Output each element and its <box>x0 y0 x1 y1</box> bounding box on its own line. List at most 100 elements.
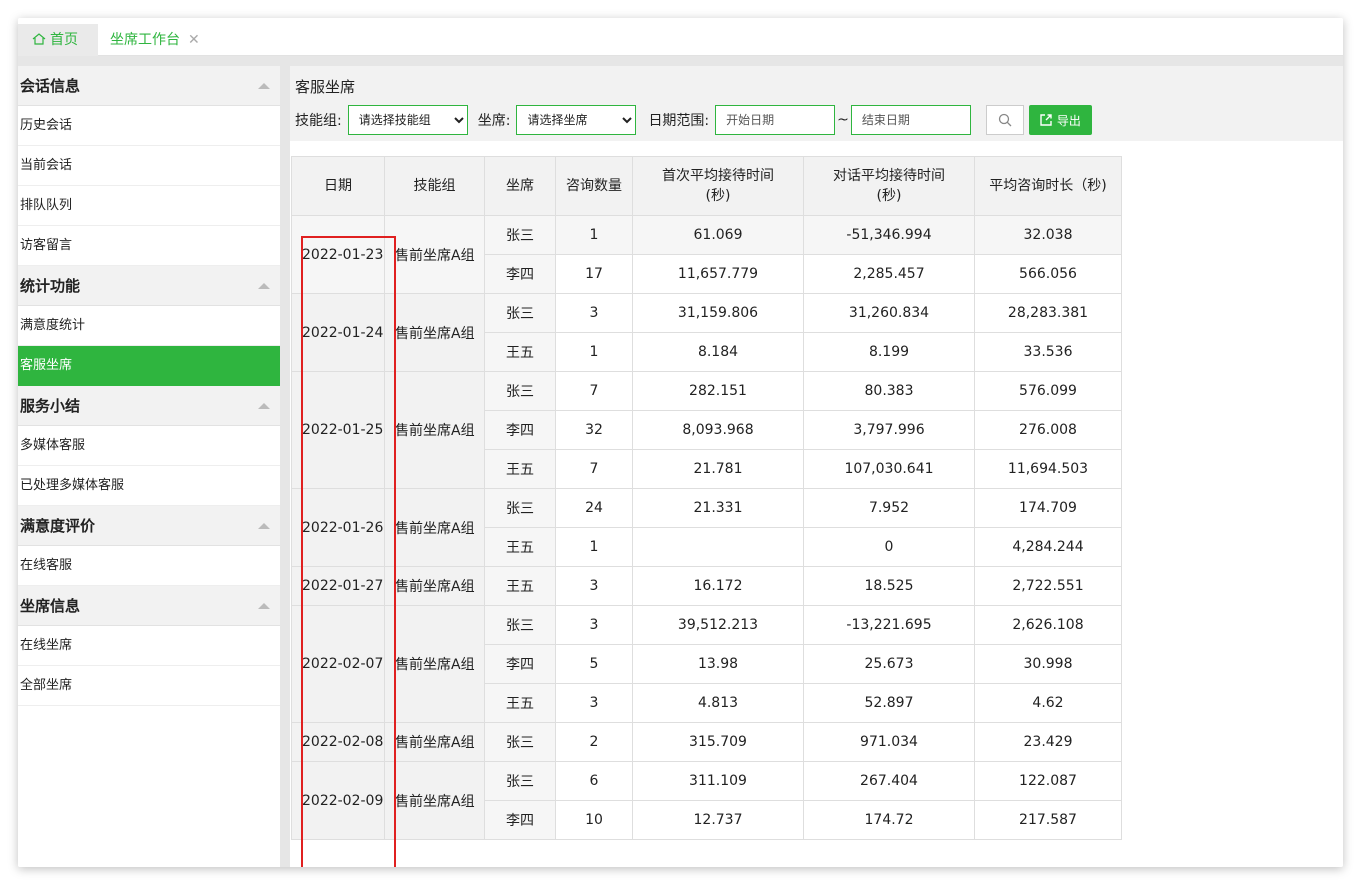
skill-group-cell: 售前坐席A组 <box>384 215 485 294</box>
collapse-arrow-icon <box>258 83 270 89</box>
collapse-arrow-icon <box>258 523 270 529</box>
avg-cell: 122.087 <box>974 761 1122 801</box>
agent-cell: 王五 <box>484 566 556 606</box>
avg-cell: 566.056 <box>974 254 1122 294</box>
avg-cell: 2,722.551 <box>974 566 1122 606</box>
filter-row: 技能组: 请选择技能组 坐席: 请选择坐席 日期范围: ~ 导出 <box>295 105 1092 135</box>
sidebar-item[interactable]: 在线坐席 <box>18 626 280 666</box>
skill-group-cell: 售前坐席A组 <box>384 605 485 723</box>
sidebar-item[interactable]: 多媒体客服 <box>18 426 280 466</box>
app-window: 首页 坐席工作台 ✕ 会话信息 历史会话 当前会话 排队队列 访客留言 统计功能 满意度统计客… <box>18 18 1343 867</box>
agent-cell: 李四 <box>484 800 556 840</box>
sidebar-item[interactable]: 已处理多媒体客服 <box>18 466 280 506</box>
agent-label: 坐席: <box>477 113 511 129</box>
count-cell: 1 <box>555 215 633 255</box>
column-header[interactable]: 首次平均接待时间 (秒) <box>632 156 804 216</box>
dialog-cell: 25.673 <box>803 644 975 684</box>
sidebar-group-header[interactable]: 坐席信息 <box>18 586 280 626</box>
table-container: 日期 技能组 坐席 咨询数量 首次平均接待时间 (秒) 对话平均接待时间 (秒) 平均咨询时… <box>290 141 1343 867</box>
skill-group-cell: 售前坐席A组 <box>384 371 485 489</box>
dialog-cell: -51,346.994 <box>803 215 975 255</box>
tab-bar-divider <box>18 56 1343 66</box>
sidebar-group-title: 坐席信息 <box>20 597 81 615</box>
avg-cell: 576.099 <box>974 371 1122 411</box>
sidebar-item[interactable]: 排队队列 <box>18 186 280 226</box>
collapse-arrow-icon <box>258 403 270 409</box>
collapse-arrow-icon <box>258 283 270 289</box>
export-button[interactable]: 导出 <box>1028 105 1092 135</box>
home-icon <box>32 33 46 45</box>
sidebar-nav: 会话信息历史会话 当前会话 排队队列 访客留言 统计功能 满意度统计 客服坐席服务小结多媒体… <box>18 66 280 867</box>
column-header[interactable]: 平均咨询时长（秒) <box>974 156 1122 216</box>
first-cell: 12.737 <box>632 800 804 840</box>
sidebar-item[interactable]: 在线客服 <box>18 546 280 586</box>
agent-stats-table: 日期 技能组 坐席 咨询数量 首次平均接待时间 (秒) 对话平均接待时间 (秒) 平均咨询时… <box>291 156 1122 840</box>
start-date-input[interactable] <box>715 105 836 135</box>
dialog-cell: 31,260.834 <box>803 293 975 333</box>
sidebar-group-header[interactable]: 会话信息 <box>18 66 280 106</box>
filter-panel: 客服坐席 技能组: 请选择技能组 坐席: 请选择坐席 日期范围: ~ 导出 <box>290 66 1343 141</box>
first-cell: 8.184 <box>632 332 804 372</box>
date-cell: 2022-01-23 <box>291 215 385 294</box>
tab-home[interactable]: 首页 <box>18 24 98 56</box>
tab-workbench[interactable]: 坐席工作台 ✕ <box>110 24 200 56</box>
sidebar-item[interactable]: 全部坐席 <box>18 666 280 706</box>
collapse-arrow-icon <box>258 603 270 609</box>
count-cell: 7 <box>555 449 633 489</box>
column-header[interactable]: 技能组 <box>384 156 485 216</box>
sidebar-group-title: 服务小结 <box>20 397 81 415</box>
date-cell: 2022-01-25 <box>291 371 385 489</box>
agent-cell: 李四 <box>484 254 556 294</box>
first-cell <box>632 527 804 567</box>
first-cell: 4.813 <box>632 683 804 723</box>
dialog-cell: 80.383 <box>803 371 975 411</box>
avg-cell: 28,283.381 <box>974 293 1122 333</box>
avg-cell: 33.536 <box>974 332 1122 372</box>
dialog-cell: 8.199 <box>803 332 975 372</box>
agent-cell: 张三 <box>484 215 556 255</box>
tab-workbench-label: 坐席工作台 <box>110 32 180 48</box>
export-icon <box>1040 114 1052 126</box>
agent-cell: 李四 <box>484 644 556 684</box>
count-cell: 32 <box>555 410 633 450</box>
table-row: 2022-01-27 售前坐席A组 王五 3 16.172 18.525 2,722.551 <box>291 566 1122 606</box>
date-range-label: 日期范围: <box>648 113 710 129</box>
column-header[interactable]: 咨询数量 <box>555 156 633 216</box>
column-header[interactable]: 坐席 <box>484 156 556 216</box>
dialog-cell: 107,030.641 <box>803 449 975 489</box>
first-cell: 282.151 <box>632 371 804 411</box>
sidebar-group-header[interactable]: 服务小结 <box>18 386 280 426</box>
count-cell: 1 <box>555 527 633 567</box>
skill-group-cell: 售前坐席A组 <box>384 488 485 567</box>
column-header[interactable]: 对话平均接待时间 (秒) <box>803 156 975 216</box>
sidebar-group-title: 会话信息 <box>20 77 81 95</box>
date-cell: 2022-02-07 <box>291 605 385 723</box>
agent-cell: 李四 <box>484 410 556 450</box>
close-icon[interactable]: ✕ <box>188 32 200 48</box>
skill-group-cell: 售前坐席A组 <box>384 722 485 762</box>
dialog-cell: 3,797.996 <box>803 410 975 450</box>
agent-select[interactable]: 请选择坐席 <box>516 105 637 135</box>
sidebar-group-header[interactable]: 统计功能 <box>18 266 280 306</box>
skill-group-label: 技能组: <box>295 113 342 129</box>
sidebar-item[interactable]: 访客留言 <box>18 226 280 266</box>
end-date-input[interactable] <box>850 105 971 135</box>
first-cell: 39,512.213 <box>632 605 804 645</box>
agent-cell: 张三 <box>484 488 556 528</box>
table-row: 2022-01-24 售前坐席A组 张三 3 31,159.806 31,260.834 2… <box>291 293 1122 372</box>
avg-cell: 217.587 <box>974 800 1122 840</box>
column-header[interactable]: 日期 <box>291 156 385 216</box>
search-button[interactable] <box>985 105 1024 135</box>
skill-group-cell: 售前坐席A组 <box>384 566 485 606</box>
first-cell: 21.331 <box>632 488 804 528</box>
sidebar-group-header[interactable]: 满意度评价 <box>18 506 280 546</box>
skill-group-select[interactable]: 请选择技能组 <box>347 105 468 135</box>
sidebar-item[interactable]: 满意度统计 <box>18 306 280 346</box>
sidebar-item[interactable]: 客服坐席 <box>18 346 280 386</box>
dialog-cell: 18.525 <box>803 566 975 606</box>
tab-bar: 首页 坐席工作台 ✕ <box>18 18 1343 56</box>
page-title: 客服坐席 <box>295 78 356 96</box>
sidebar-item[interactable]: 当前会话 <box>18 146 280 186</box>
avg-cell: 32.038 <box>974 215 1122 255</box>
sidebar-item[interactable]: 历史会话 <box>18 106 280 146</box>
